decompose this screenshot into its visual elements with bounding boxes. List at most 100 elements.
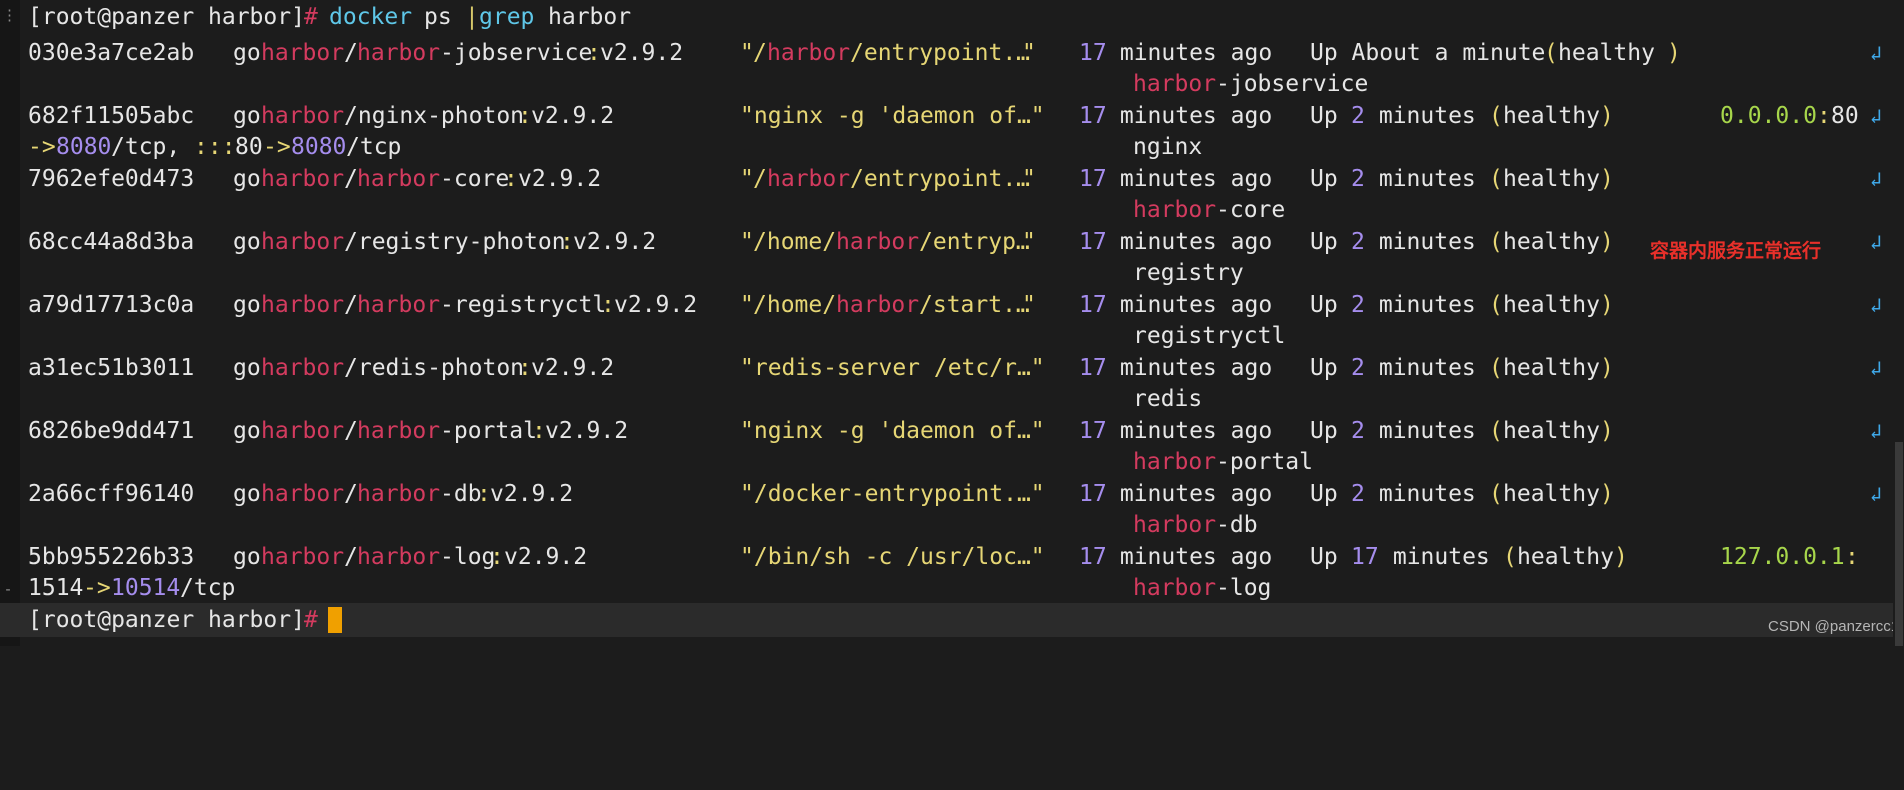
image-hl: harbor	[357, 166, 441, 192]
cmd-hl: harbor	[767, 166, 851, 192]
prompt: [root@panzer harbor]	[28, 607, 305, 633]
name-hl: harbor	[1133, 449, 1217, 475]
grep-command: grep	[479, 4, 535, 30]
cmd-quote: "	[1022, 292, 1036, 318]
port-host: 127.0.0.1	[1720, 544, 1845, 570]
created-rest: minutes ago	[1106, 40, 1273, 66]
wrap-arrow-icon: ↲	[1869, 482, 1883, 506]
created-rest: minutes ago	[1106, 544, 1273, 570]
cmd-quote: "	[740, 166, 754, 192]
image-hl: harbor	[261, 40, 345, 66]
up-num: 2	[1351, 229, 1365, 255]
status-up: Up	[1310, 103, 1352, 129]
table-row: a79d17713c0a go harbor / harbor -registryctl…	[0, 290, 1904, 321]
image-prefix: go	[233, 355, 261, 381]
status-health: healthy	[1517, 544, 1614, 570]
wrap-arrow-icon: ↲	[1869, 230, 1883, 254]
paren: (	[1489, 103, 1503, 129]
port-proto: /tcp	[180, 575, 236, 601]
table-row-cont: 1514 -> 10514/tcp harbor -log	[0, 573, 1904, 604]
paren: (	[1489, 166, 1503, 192]
paren: )	[1600, 355, 1614, 381]
tag-sep: :	[518, 355, 532, 381]
up-unit: minutes	[1365, 355, 1490, 381]
paren: (	[1489, 229, 1503, 255]
port-host-num: 80	[1831, 103, 1859, 129]
up-num: 2	[1351, 292, 1365, 318]
status-health: healthy	[1503, 292, 1600, 318]
container-name: registry	[1133, 260, 1244, 286]
container-name: -portal	[1216, 449, 1313, 475]
created-rest: minutes ago	[1106, 166, 1273, 192]
up-num: 2	[1351, 103, 1365, 129]
paren: )	[1600, 229, 1614, 255]
table-row: 5bb955226b33 go harbor / harbor -log: v2.9.2 …	[0, 542, 1904, 573]
port-num: 1514	[28, 575, 84, 601]
image-slash: /	[344, 481, 358, 507]
paren: (	[1489, 481, 1503, 507]
status-up: Up	[1310, 544, 1352, 570]
status-health: healthy	[1503, 355, 1600, 381]
container-id: 68cc44a8d3ba	[28, 229, 195, 255]
annotation-note: 容器内服务正常运行	[1650, 240, 1822, 262]
container-id: 682f11505abc	[28, 103, 195, 129]
created-num: 17	[1079, 40, 1107, 66]
up-unit: minutes	[1365, 103, 1490, 129]
image-tag: v2.9.2	[545, 418, 629, 444]
container-id: 2a66cff96140	[28, 481, 195, 507]
cmd-quote: "	[740, 40, 754, 66]
prompt-line[interactable]: [root@panzer harbor] #	[0, 603, 1904, 637]
image-name: -log	[440, 544, 496, 570]
scrollbar-thumb[interactable]	[1895, 442, 1903, 646]
cmd-part: /	[753, 40, 767, 66]
cmd-text: "nginx -g 'daemon of…"	[740, 418, 1045, 444]
up-unit: minutes	[1365, 418, 1490, 444]
image-tag: v2.9.2	[518, 166, 602, 192]
tag-sep: :	[601, 292, 615, 318]
paren: (	[1489, 418, 1503, 444]
table-row: 682f11505abc go harbor/nginx-photon: v2.9.…	[0, 101, 1904, 132]
image-slash: /	[344, 544, 358, 570]
port-num: 8080	[291, 134, 347, 160]
status-up: Up	[1310, 229, 1352, 255]
paren: (	[1489, 292, 1503, 318]
table-row-cont: redis	[0, 384, 1904, 415]
table-row-cont: harbor -db	[0, 510, 1904, 541]
table-row: 6826be9dd471 go harbor / harbor -portal: v2.9…	[0, 416, 1904, 447]
image-tag: v2.9.2	[531, 355, 615, 381]
cmd-text: "redis-server /etc/r…"	[740, 355, 1045, 381]
created-num: 17	[1079, 418, 1107, 444]
image-tag: v2.9.2	[490, 481, 574, 507]
paren: )	[1600, 166, 1614, 192]
paren: (	[1503, 544, 1517, 570]
tag-sep: :	[518, 103, 532, 129]
image-tag: v2.9.2	[531, 103, 615, 129]
wrap-arrow-icon: ↲	[1869, 41, 1883, 65]
name-hl: harbor	[1133, 71, 1217, 97]
image-hl: harbor	[261, 292, 345, 318]
paren: (	[1489, 355, 1503, 381]
image-hl: harbor	[357, 292, 441, 318]
image-name: -db	[440, 481, 482, 507]
cmd-hl: harbor	[767, 40, 851, 66]
cmd-text: "/docker-entrypoint.…"	[740, 481, 1045, 507]
tag-sep: :	[504, 166, 518, 192]
status-health: healthy	[1503, 481, 1600, 507]
status-up: Up	[1310, 166, 1352, 192]
image-slash: /	[344, 40, 358, 66]
tag-sep: :	[560, 229, 574, 255]
status-up: Up About a minute	[1310, 40, 1560, 66]
status-health: healthy	[1503, 229, 1600, 255]
up-num: 2	[1351, 166, 1365, 192]
port-sep: :	[1817, 103, 1831, 129]
cmd-part: /home/	[753, 292, 837, 318]
table-row-cont: registry	[0, 258, 1904, 289]
image-name: -jobservice	[440, 40, 593, 66]
up-unit: minutes	[1365, 292, 1490, 318]
cmd-part: /home/	[753, 229, 837, 255]
image-slash: /	[344, 292, 358, 318]
wrap-arrow-icon: ↲	[1869, 356, 1883, 380]
container-id: 6826be9dd471	[28, 418, 195, 444]
image-name: -core	[440, 166, 510, 192]
image-hl: harbor	[261, 355, 345, 381]
